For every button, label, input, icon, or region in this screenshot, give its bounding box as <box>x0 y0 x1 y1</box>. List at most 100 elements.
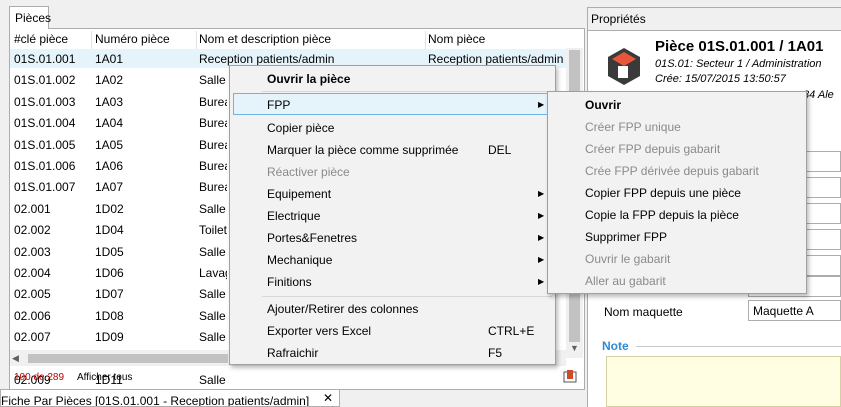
table-cell: 1D09 <box>95 330 124 345</box>
table-cell: 01S.01.002 <box>14 73 76 88</box>
close-icon[interactable]: ✕ <box>323 391 333 405</box>
submenu-item-cree-fpp-derivee-depuis-gabarit[interactable]: Crée FPP dérivée depuis gabarit <box>585 164 759 178</box>
menu-item-ouvrir-la-pi-ce[interactable]: Ouvrir la pièce <box>267 72 350 86</box>
table-cell: Burea <box>199 137 227 152</box>
menu-item-marquer-la-pi-ce-comme-supprim-e[interactable]: Marquer la pièce comme supprimée <box>267 143 458 157</box>
row-count: 100 de 289 <box>14 372 65 383</box>
submenu-item-copier-fpp-depuis-une-piece[interactable]: Copier FPP depuis une pièce <box>585 186 741 200</box>
table-cell: 01S.01.007 <box>14 180 76 195</box>
menu-item-finitions[interactable]: Finitions <box>267 275 312 289</box>
menu-item-ajouter-retirer-des-colonnes[interactable]: Ajouter/Retirer des colonnes <box>267 302 418 316</box>
chevron-right-icon: ▶ <box>538 189 545 198</box>
table-cell: Salle <box>199 373 226 387</box>
table-cell: 01S.01.001 <box>14 52 76 66</box>
table-cell: 01S.01.003 <box>14 94 76 109</box>
table-cell: 1A06 <box>95 159 124 173</box>
note-textarea[interactable] <box>606 356 841 407</box>
table-cell: 02.005 <box>14 287 51 302</box>
column-header-numero[interactable]: Numéro pièce <box>95 32 170 49</box>
submenu-item-aller-au-gabarit[interactable]: Aller au gabarit <box>585 274 666 288</box>
column-header-nom[interactable]: Nom pièce <box>428 32 485 49</box>
chevron-right-icon: ▶ <box>538 233 545 242</box>
submenu-item-creer-fpp-unique[interactable]: Créer FPP unique <box>585 120 681 134</box>
column-header-nom-description[interactable]: Nom et description pièce <box>199 32 331 49</box>
submenu-item-copie-la-fpp-depuis-la-piece[interactable]: Copie la FPP depuis la pièce <box>585 208 739 222</box>
table-cell: 1A03 <box>95 94 124 109</box>
table-cell: 1D04 <box>95 223 124 238</box>
table-cell: Salle <box>199 287 226 302</box>
menu-shortcut: CTRL+E <box>488 324 535 338</box>
table-cell: 1A07 <box>95 180 124 195</box>
table-cell: Burea <box>199 180 227 195</box>
submenu-item-creer-fpp-depuis-gabarit[interactable]: Créer FPP depuis gabarit <box>585 142 720 156</box>
chevron-right-icon: ▶ <box>538 211 545 220</box>
menu-item-mechanique[interactable]: Mechanique <box>267 253 332 267</box>
table-cell: 01S.01.006 <box>14 159 76 173</box>
column-divider[interactable] <box>91 31 92 49</box>
menu-item-portes-fenetres[interactable]: Portes&Fenetres <box>267 231 357 245</box>
submenu-item-ouvrir-le-gabarit[interactable]: Ouvrir le gabarit <box>585 252 670 266</box>
show-all-link[interactable]: Afficher tous <box>77 372 132 383</box>
room-cube-icon <box>608 48 640 85</box>
table-cell: Toilet <box>199 223 227 238</box>
table-cell: 01S.01.005 <box>14 137 76 152</box>
piece-modified: 34 Ale <box>803 89 834 101</box>
menu-item-electrique[interactable]: Electrique <box>267 209 320 223</box>
horizontal-scroll-thumb[interactable] <box>28 354 228 363</box>
table-cell: Reception patients/admin <box>199 52 335 66</box>
table-cell: 02.002 <box>14 223 51 238</box>
table-cell: 1A05 <box>95 137 124 152</box>
table-cell: Reception patients/admin <box>428 52 564 66</box>
menu-item-rafraichir[interactable]: Rafraichir <box>267 346 318 360</box>
table-cell: 1A01 <box>95 52 124 66</box>
table-cell: 1D08 <box>95 308 124 323</box>
table-cell: 1A02 <box>95 73 124 88</box>
export-icon[interactable] <box>563 369 577 383</box>
table-cell: 01S.01.004 <box>14 116 76 131</box>
tab-fiche-par-pieces[interactable]: Fiche Par Pièces [01S.01.001 - Reception… <box>0 389 340 407</box>
table-cell: Salle <box>199 73 226 88</box>
divider <box>636 346 841 347</box>
menu-shortcut: F5 <box>488 346 503 360</box>
submenu-item-ouvrir[interactable]: Ouvrir <box>585 98 621 112</box>
chevron-right-icon: ▶ <box>538 277 545 286</box>
table-cell: 1A04 <box>95 116 124 131</box>
nom-maquette-label: Nom maquette <box>604 305 683 319</box>
menu-shortcut: DEL <box>488 143 512 157</box>
table-cell: 1D05 <box>95 244 124 259</box>
table-cell: 02.006 <box>14 308 51 323</box>
table-cell: Burea <box>199 94 227 109</box>
table-cell: 02.007 <box>14 330 51 345</box>
table-cell: Salle <box>199 201 226 216</box>
properties-title: Propriétés <box>591 12 646 26</box>
piece-title: Pièce 01S.01.001 / 1A01 <box>655 38 824 55</box>
table-cell: 02.003 <box>14 244 51 259</box>
table-cell: 02.001 <box>14 201 51 216</box>
nom-maquette-field[interactable]: Maquette A <box>748 300 841 321</box>
column-divider[interactable] <box>196 31 197 49</box>
chevron-right-icon: ▶ <box>538 100 545 109</box>
column-header-cle[interactable]: #clé pièce <box>14 32 68 49</box>
table-cell: Burea <box>199 159 227 173</box>
tab-pieces[interactable]: Pièces <box>9 6 51 29</box>
note-section-label: Note <box>602 339 629 353</box>
table-cell: 1D07 <box>95 287 124 302</box>
table-cell: Salle <box>199 308 226 323</box>
submenu-item-supprimer-fpp[interactable]: Supprimer FPP <box>585 230 667 244</box>
piece-sector: 01S.01: Secteur 1 / Administration <box>655 58 822 70</box>
scroll-down-arrow-icon[interactable]: ▼ <box>566 343 583 357</box>
table-cell: Burea <box>199 116 227 131</box>
piece-created: Crée: 15/07/2015 13:50:57 <box>655 73 786 85</box>
table-cell: Salle <box>199 244 226 259</box>
scroll-left-arrow-icon[interactable]: ◀ <box>12 353 19 364</box>
menu-item-copier-pi-ce[interactable]: Copier pièce <box>267 121 334 135</box>
menu-item-equipement[interactable]: Equipement <box>267 187 331 201</box>
menu-item-exporter-vers-excel[interactable]: Exporter vers Excel <box>267 324 371 338</box>
table-cell: 1D02 <box>95 201 124 216</box>
menu-item-fpp[interactable]: FPP <box>267 98 290 112</box>
table-cell: Salle <box>199 330 226 345</box>
menu-item-r-activer-pi-ce[interactable]: Réactiver pièce <box>267 165 350 179</box>
column-divider[interactable] <box>425 31 426 49</box>
menu-separator <box>262 91 552 92</box>
menu-separator <box>262 296 552 297</box>
